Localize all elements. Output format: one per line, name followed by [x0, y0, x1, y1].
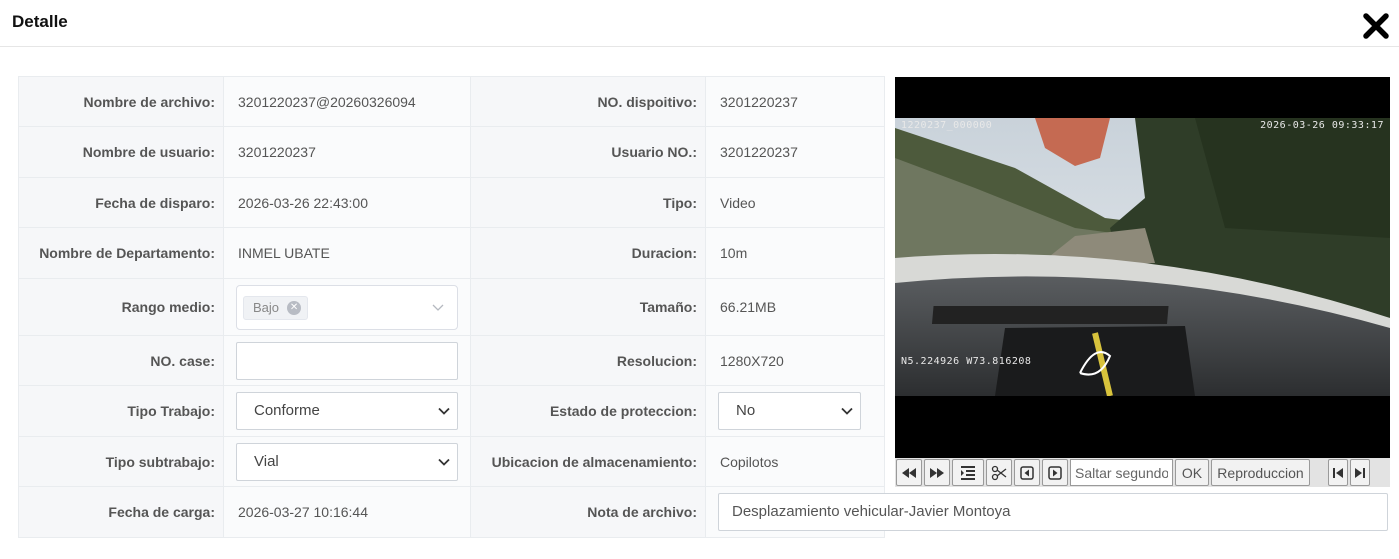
- detail-table: Nombre de archivo: 3201220237@2026032609…: [18, 76, 1388, 538]
- rewind-button[interactable]: [896, 459, 922, 486]
- label-nota-archivo: Nota de archivo:: [470, 486, 706, 538]
- dialog-header: Detalle: [0, 0, 1399, 47]
- value-no-dispositivo: 3201220237: [705, 76, 885, 127]
- tipo-trabajo-value: Conforme: [254, 402, 320, 419]
- label-rango-medio: Rango medio:: [18, 278, 224, 336]
- label-resolucion: Resolucion:: [470, 335, 706, 386]
- skip-end-button[interactable]: [1350, 459, 1370, 486]
- label-estado-proteccion: Estado de proteccion:: [470, 385, 706, 437]
- label-no-dispositivo: NO. dispoitivo:: [470, 76, 706, 127]
- label-no-case: NO. case:: [18, 335, 224, 386]
- clip-button[interactable]: [986, 459, 1012, 486]
- value-nombre-archivo: 3201220237@20260326094: [238, 93, 416, 110]
- label-fecha-disparo: Fecha de disparo:: [18, 177, 224, 228]
- label-tipo-subtrabajo: Tipo subtrabajo:: [18, 436, 224, 487]
- table-row: Fecha de carga: 2026-03-27 10:16:44 Nota…: [18, 486, 1388, 538]
- nota-archivo-input[interactable]: Desplazamiento vehicular-Javier Montoya: [718, 493, 1388, 531]
- value-fecha-carga: 2026-03-27 10:16:44: [223, 486, 471, 538]
- rango-medio-tag: Bajo ✕: [243, 295, 309, 320]
- skip-start-icon: [1333, 467, 1343, 478]
- list-indent-icon: [961, 465, 975, 480]
- value-duracion: 10m: [705, 227, 885, 279]
- rewind-icon: [902, 467, 916, 478]
- prev-frame-button[interactable]: [1014, 459, 1040, 486]
- table-row: Nombre de usuario: 3201220237 Usuario NO…: [18, 126, 885, 178]
- video-frame-image: [895, 118, 1390, 396]
- skip-start-button[interactable]: [1328, 459, 1348, 486]
- label-ubicacion: Ubicacion de almacenamiento:: [470, 436, 706, 487]
- label-usuario-no: Usuario NO.:: [470, 126, 706, 178]
- video-player[interactable]: 1220237_000000 2026-03-26 09:33:17 N5.22…: [895, 77, 1390, 458]
- no-case-input[interactable]: [236, 341, 458, 380]
- chevron-down-icon: [438, 407, 450, 415]
- value-resolucion: 1280X720: [705, 335, 885, 386]
- seek-seconds-input[interactable]: [1070, 459, 1173, 486]
- rango-medio-select[interactable]: Bajo ✕: [236, 284, 458, 330]
- fast-forward-icon: [930, 467, 944, 478]
- seek-ok-button[interactable]: OK: [1175, 459, 1209, 486]
- osd-timestamp: 2026-03-26 09:33:17: [1260, 120, 1384, 131]
- dialog-title: Detalle: [12, 12, 68, 31]
- video-frame: 1220237_000000 2026-03-26 09:33:17 N5.22…: [895, 118, 1390, 396]
- chevron-down-icon: [432, 304, 444, 311]
- value-tamano: 66.21MB: [705, 278, 885, 336]
- label-tipo-trabajo: Tipo Trabajo:: [18, 385, 224, 437]
- tipo-subtrabajo-value: Vial: [254, 452, 279, 470]
- table-row: Tipo Trabajo: Conforme Estado de protecc…: [18, 385, 885, 437]
- close-icon: [1363, 13, 1389, 39]
- label-departamento: Nombre de Departamento:: [18, 227, 224, 279]
- label-tipo: Tipo:: [470, 177, 706, 228]
- player-controls: OK Reproduccion: [895, 458, 1390, 487]
- controls-spacer: [1312, 459, 1326, 486]
- chevron-down-icon: [438, 458, 450, 466]
- value-tipo: Video: [705, 177, 885, 228]
- label-tamano: Tamaño:: [470, 278, 706, 336]
- label-duracion: Duracion:: [470, 227, 706, 279]
- table-row: Fecha de disparo: 2026-03-26 22:43:00 Ti…: [18, 177, 885, 228]
- label-nombre-archivo: Nombre de archivo:: [18, 76, 224, 127]
- tag-remove-icon[interactable]: ✕: [287, 300, 302, 315]
- estado-proteccion-select[interactable]: No: [718, 392, 861, 430]
- skip-end-icon: [1355, 467, 1365, 478]
- value-usuario-no: 3201220237: [705, 126, 885, 178]
- table-row: Tipo subtrabajo: Vial Ubicacion de almac…: [18, 436, 885, 487]
- osd-gps: N5.224926 W73.816208: [901, 356, 1032, 367]
- next-frame-icon: [1048, 465, 1062, 480]
- prev-frame-icon: [1020, 465, 1034, 480]
- close-button[interactable]: [1362, 12, 1390, 40]
- chevron-down-icon: [841, 407, 853, 415]
- value-ubicacion: Copilotos: [705, 436, 885, 487]
- table-row: Rango medio: Bajo ✕ Tamaño: 66.21MB: [18, 278, 885, 336]
- list-button[interactable]: [952, 459, 984, 486]
- value-departamento: INMEL UBATE: [223, 227, 471, 279]
- scissors-icon: [991, 465, 1007, 480]
- tipo-trabajo-select[interactable]: Conforme: [236, 392, 458, 430]
- playback-button[interactable]: Reproduccion: [1211, 459, 1310, 486]
- value-nombre-usuario: 3201220237: [223, 126, 471, 178]
- rango-medio-tag-label: Bajo: [253, 299, 280, 315]
- value-fecha-disparo: 2026-03-26 22:43:00: [223, 177, 471, 228]
- table-row: Nombre de Departamento: INMEL UBATE Dura…: [18, 227, 885, 279]
- osd-device-id: 1220237_000000: [901, 120, 993, 131]
- table-row: NO. case: Resolucion: 1280X720: [18, 335, 885, 386]
- tipo-subtrabajo-select[interactable]: Vial: [236, 442, 458, 481]
- next-frame-button[interactable]: [1042, 459, 1068, 486]
- label-fecha-carga: Fecha de carga:: [18, 486, 224, 538]
- label-nombre-usuario: Nombre de usuario:: [18, 126, 224, 178]
- fast-forward-button[interactable]: [924, 459, 950, 486]
- estado-proteccion-value: No: [736, 402, 756, 419]
- table-row: Nombre de archivo: 3201220237@2026032609…: [18, 76, 885, 127]
